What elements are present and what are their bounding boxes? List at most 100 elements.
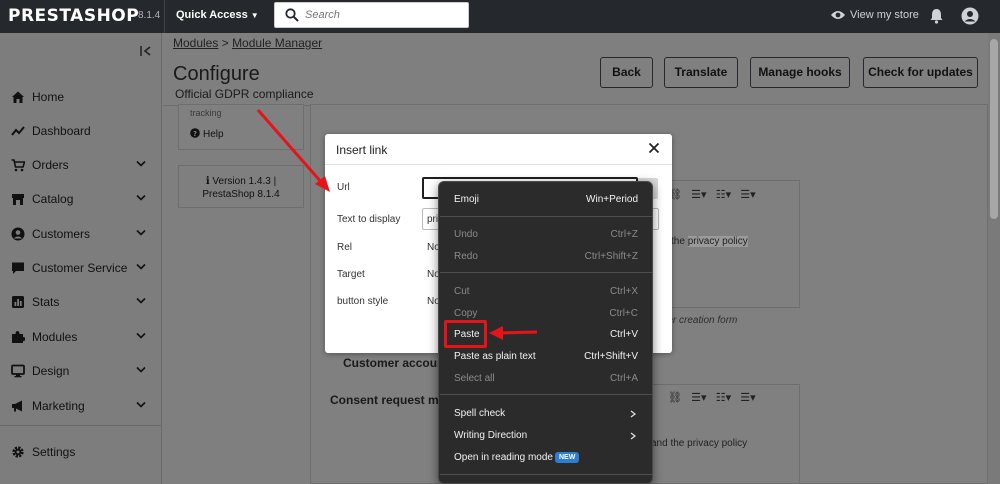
- target-label: Target: [337, 269, 365, 280]
- menu-item-label: Writing Direction: [454, 430, 528, 441]
- sidebar-item-design[interactable]: Design: [0, 357, 162, 385]
- sidebar-item-label: Customers: [32, 227, 91, 241]
- editor-toolbar-top: ⛓ ☰▾ ☷▾ ☰▾: [668, 188, 756, 201]
- menu-separator: [440, 272, 653, 273]
- version-label: 8.1.4: [138, 10, 161, 21]
- chevron-down-icon: [136, 297, 146, 304]
- view-store-link[interactable]: View my store: [830, 9, 919, 21]
- quick-access-dropdown[interactable]: Quick Access ▼: [176, 9, 259, 21]
- divider: [164, 0, 165, 33]
- chart-line-icon: [11, 126, 25, 136]
- view-store-label: View my store: [850, 9, 919, 21]
- monitor-icon: [11, 364, 25, 378]
- align-icon[interactable]: ☰▾: [691, 189, 706, 201]
- menu-item-select-all[interactable]: Select all Ctrl+A: [439, 369, 654, 389]
- scrollbar-thumb[interactable]: [990, 39, 998, 219]
- user-account-icon[interactable]: [961, 7, 979, 25]
- help-link[interactable]: ? Help: [190, 128, 224, 140]
- sidebar-item-customer-service[interactable]: Customer Service: [0, 254, 162, 282]
- sidebar-item-marketing[interactable]: Marketing: [0, 392, 162, 420]
- new-badge: NEW: [555, 452, 580, 463]
- align-icon[interactable]: ☰▾: [691, 392, 706, 404]
- sidebar-item-stats[interactable]: Stats: [0, 288, 162, 316]
- url-label: Url: [337, 182, 350, 193]
- paste-highlight-box: [444, 320, 487, 348]
- chat-icon: [12, 262, 24, 274]
- check-updates-button[interactable]: Check for updates: [863, 57, 978, 88]
- menu-item-tracking[interactable]: tracking: [190, 108, 222, 118]
- logo[interactable]: PRESTASHOP: [8, 6, 139, 26]
- menu-item-spell-check[interactable]: Spell check: [439, 404, 654, 424]
- menu-separator: [440, 394, 653, 395]
- translate-button[interactable]: Translate: [664, 57, 738, 88]
- menu-item-label: Undo: [454, 229, 478, 240]
- bell-icon[interactable]: [929, 8, 944, 24]
- version-box: i Version 1.4.3 | PrestaShop 8.1.4: [178, 165, 304, 208]
- menu-item-writing-direction[interactable]: Writing Direction: [439, 426, 654, 446]
- sidebar-item-label: Stats: [32, 295, 60, 309]
- sidebar-item-customers[interactable]: Customers: [0, 220, 162, 248]
- sidebar-item-label: Design: [32, 364, 70, 378]
- top-bar: PRESTASHOP 8.1.4 Quick Access▼ View my s…: [0, 0, 1000, 33]
- chevron-down-icon: [136, 229, 146, 236]
- menu-item-label: Redo: [454, 251, 478, 262]
- sidebar-item-modules[interactable]: Modules: [0, 323, 162, 351]
- numbered-list-icon[interactable]: ☰▾: [740, 189, 755, 201]
- close-icon[interactable]: [648, 142, 660, 154]
- back-button[interactable]: Back: [600, 57, 653, 88]
- manage-hooks-button[interactable]: Manage hooks: [750, 57, 850, 88]
- bullet-list-icon[interactable]: ☷▾: [716, 189, 731, 201]
- chevron-down-icon: [136, 401, 146, 408]
- menu-item-label: Spell check: [454, 408, 506, 419]
- page-scrollbar[interactable]: [988, 33, 1000, 484]
- help-label: Help: [203, 129, 224, 140]
- button-style-label: button style: [337, 296, 389, 307]
- menu-item-label: Paste as plain text: [454, 351, 536, 362]
- breadcrumb-modules[interactable]: Modules: [173, 36, 218, 50]
- sidebar-item-settings[interactable]: Settings: [0, 438, 162, 466]
- chevron-down-icon: [136, 263, 146, 270]
- menu-item-shortcut: Ctrl+X: [609, 286, 638, 297]
- menu-item-undo[interactable]: Undo Ctrl+Z: [439, 225, 654, 245]
- module-version: Version 1.4.3 |: [212, 176, 277, 187]
- person-circle-icon: [11, 227, 25, 241]
- prestashop-version: PrestaShop 8.1.4: [202, 189, 280, 200]
- breadcrumb-module-manager[interactable]: Module Manager: [232, 36, 322, 50]
- question-circle-icon: ?: [190, 128, 200, 138]
- menu-item-redo[interactable]: Redo Ctrl+Shift+Z: [439, 247, 654, 267]
- menu-item-label: Select all: [454, 373, 495, 384]
- megaphone-icon: [12, 400, 22, 412]
- text-to-display-label: Text to display: [337, 214, 401, 225]
- editor-text-bottom[interactable]: and the privacy policy: [651, 438, 747, 449]
- sidebar-item-label: Modules: [32, 330, 78, 344]
- chevron-right-icon: [630, 432, 636, 440]
- info-icon: i: [205, 176, 210, 187]
- menu-item-label: Open in reading mode: [454, 452, 553, 463]
- editor-text-top[interactable]: the privacy policy: [671, 236, 748, 247]
- search-input[interactable]: [305, 7, 455, 23]
- chevron-down-icon: [136, 160, 146, 167]
- numbered-list-icon[interactable]: ☰▾: [740, 392, 755, 404]
- quick-access-label: Quick Access: [176, 9, 248, 21]
- gear-icon: [12, 446, 24, 458]
- link-icon[interactable]: ⛓: [668, 392, 682, 404]
- sidebar-item-catalog[interactable]: Catalog: [0, 185, 162, 213]
- menu-item-emoji[interactable]: Emoji Win+Period: [439, 190, 654, 210]
- bullet-list-icon[interactable]: ☷▾: [716, 392, 731, 404]
- menu-item-paste-plain-text[interactable]: Paste as plain text Ctrl+Shift+V: [439, 347, 654, 367]
- menu-item-cut[interactable]: Cut Ctrl+X: [439, 282, 654, 302]
- sidebar-item-label: Marketing: [32, 399, 85, 413]
- breadcrumb-separator: >: [221, 36, 229, 50]
- search-box[interactable]: [274, 2, 469, 28]
- sidebar-item-home[interactable]: Home: [0, 83, 162, 111]
- editor-highlight: privacy policy: [687, 236, 748, 247]
- home-icon: [12, 91, 24, 103]
- menu-item-shortcut: Ctrl+V: [609, 329, 638, 340]
- menu-item-reading-mode[interactable]: Open in reading mode NEW: [439, 448, 654, 468]
- menu-separator: [440, 216, 653, 217]
- sidebar-item-orders[interactable]: Orders: [0, 151, 162, 179]
- menu-item-shortcut: Ctrl+Z: [610, 229, 639, 240]
- menu-item-label: Emoji: [454, 194, 480, 205]
- sidebar-item-dashboard[interactable]: Dashboard: [0, 117, 162, 145]
- collapse-sidebar-icon[interactable]: [140, 45, 152, 57]
